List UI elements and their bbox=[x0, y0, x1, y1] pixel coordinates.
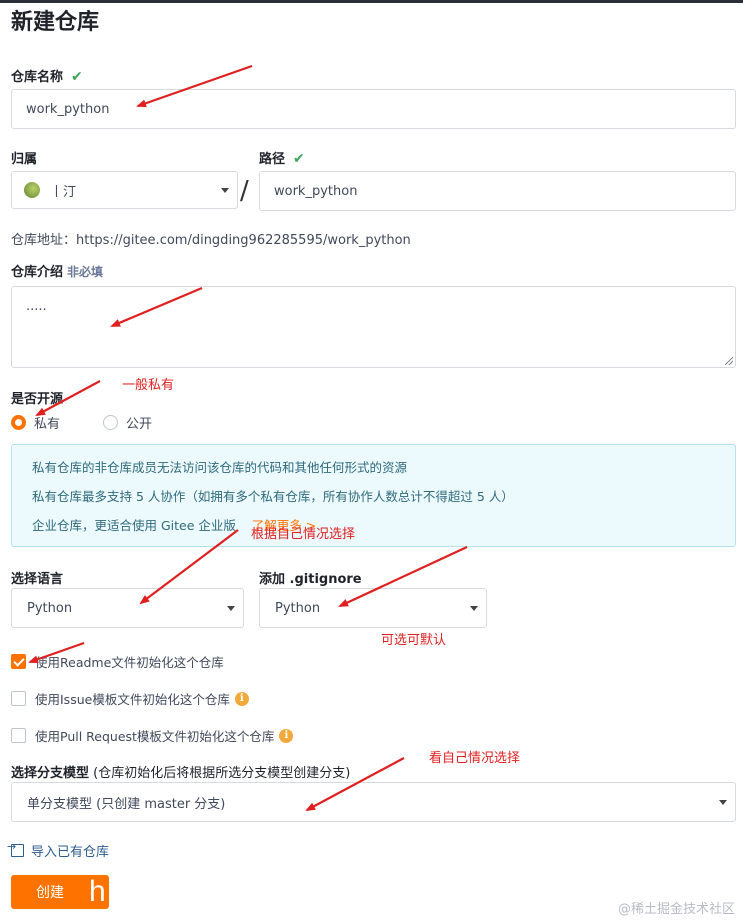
owner-select[interactable]: 丨汀 bbox=[11, 171, 238, 209]
path-label-text: 路径 bbox=[259, 152, 286, 167]
private-info-box: 私有仓库的非仓库成员无法访问该仓库的代码和其他任何形式的资源 私有仓库最多支持 … bbox=[11, 444, 736, 547]
import-repo-text: 导入已有仓库 bbox=[31, 845, 110, 860]
radio-private-icon[interactable] bbox=[11, 415, 26, 430]
chevron-down-icon bbox=[470, 606, 478, 611]
repo-name-label: 仓库名称 ✔ bbox=[11, 66, 83, 85]
description-label: 仓库介绍 非必填 bbox=[11, 261, 103, 280]
annotation-branch: 看自己情况选择 bbox=[429, 751, 521, 766]
readme-checkbox-label: 使用Readme文件初始化这个仓库 bbox=[35, 655, 224, 670]
repo-address: 仓库地址：https://gitee.com/dingding962285595… bbox=[11, 233, 411, 248]
gitignore-select[interactable]: Python bbox=[259, 588, 487, 628]
resize-handle-icon[interactable] bbox=[725, 357, 733, 365]
description-textarea[interactable]: ..... bbox=[11, 286, 736, 368]
chevron-down-icon bbox=[221, 188, 229, 193]
description-label-text: 仓库介绍 bbox=[11, 265, 64, 280]
init-pr-option[interactable]: 使用Pull Request模板文件初始化这个仓库 i bbox=[11, 726, 294, 745]
path-value: work_python bbox=[274, 183, 358, 199]
readme-checkbox[interactable] bbox=[11, 654, 26, 669]
description-value: ..... bbox=[26, 299, 47, 314]
language-select[interactable]: Python bbox=[11, 588, 244, 628]
info-line-3-text: 企业仓库，更适合使用 Gitee 企业版 bbox=[32, 518, 236, 533]
import-repo-link[interactable]: 导入已有仓库 bbox=[7, 840, 110, 860]
branch-model-value: 单分支模型 (只创建 master 分支) bbox=[27, 796, 226, 812]
annotation-language: 根据自己情况选择 bbox=[251, 527, 356, 542]
radio-public-label: 公开 bbox=[126, 417, 153, 432]
repo-name-input[interactable]: work_python bbox=[11, 89, 736, 129]
watermark: @稀土掘金技术社区 bbox=[617, 902, 735, 917]
radio-private-label: 私有 bbox=[34, 417, 61, 432]
radio-public[interactable]: 公开 bbox=[103, 413, 152, 432]
avatar bbox=[24, 182, 40, 198]
check-icon: ✔ bbox=[293, 151, 305, 167]
radio-private[interactable]: 私有 bbox=[11, 413, 60, 432]
radio-public-icon[interactable] bbox=[103, 415, 118, 430]
issue-checkbox[interactable] bbox=[11, 691, 26, 706]
init-issue-option[interactable]: 使用Issue模板文件初始化这个仓库 i bbox=[11, 689, 249, 708]
path-label: 路径 ✔ bbox=[259, 148, 305, 167]
path-input[interactable]: work_python bbox=[259, 171, 736, 211]
issue-checkbox-label: 使用Issue模板文件初始化这个仓库 bbox=[35, 692, 230, 707]
gitignore-label: 添加 .gitignore bbox=[259, 572, 362, 587]
create-button[interactable]: 创建 h bbox=[11, 875, 109, 909]
branch-model-label: 选择分支模型 (仓库初始化后将根据所选分支模型创建分支) bbox=[11, 762, 350, 781]
pr-checkbox-label: 使用Pull Request模板文件初始化这个仓库 bbox=[35, 729, 275, 744]
chevron-down-icon bbox=[227, 606, 235, 611]
init-readme-option[interactable]: 使用Readme文件初始化这个仓库 bbox=[11, 652, 224, 671]
branch-model-hint: (仓库初始化后将根据所选分支模型创建分支) bbox=[93, 766, 351, 781]
info-icon[interactable]: i bbox=[234, 691, 249, 706]
cursor-glyph: h bbox=[89, 875, 106, 908]
path-separator: / bbox=[240, 176, 249, 206]
info-line-3: 企业仓库，更适合使用 Gitee 企业版 了解更多 > bbox=[32, 517, 715, 546]
gitignore-value: Python bbox=[275, 600, 321, 616]
visibility-label: 是否开源 bbox=[11, 392, 64, 407]
language-value: Python bbox=[27, 600, 73, 616]
optional-tag: 非必填 bbox=[67, 265, 104, 279]
pr-checkbox[interactable] bbox=[11, 728, 26, 743]
create-button-label: 创建 bbox=[36, 885, 64, 901]
check-icon: ✔ bbox=[71, 69, 83, 85]
language-label: 选择语言 bbox=[11, 572, 64, 587]
owner-label: 归属 bbox=[11, 152, 38, 167]
info-line-1: 私有仓库的非仓库成员无法访问该仓库的代码和其他任何形式的资源 bbox=[32, 460, 408, 475]
branch-model-label-text: 选择分支模型 bbox=[11, 766, 90, 781]
annotation-gitignore: 可选可默认 bbox=[381, 633, 447, 648]
annotation-private: 一般私有 bbox=[122, 378, 175, 393]
chevron-down-icon bbox=[719, 800, 727, 805]
branch-model-select[interactable]: 单分支模型 (只创建 master 分支) bbox=[11, 782, 736, 822]
info-icon[interactable]: i bbox=[279, 728, 294, 743]
owner-value: 丨汀 bbox=[50, 184, 77, 200]
info-line-2: 私有仓库最多支持 5 人协作（如拥有多个私有仓库，所有协作人数总计不得超过 5 … bbox=[32, 489, 514, 504]
repo-name-label-text: 仓库名称 bbox=[11, 70, 64, 85]
import-icon bbox=[7, 840, 24, 857]
page-title: 新建仓库 bbox=[11, 10, 100, 35]
repo-name-value: work_python bbox=[26, 101, 110, 117]
top-border bbox=[0, 0, 743, 3]
